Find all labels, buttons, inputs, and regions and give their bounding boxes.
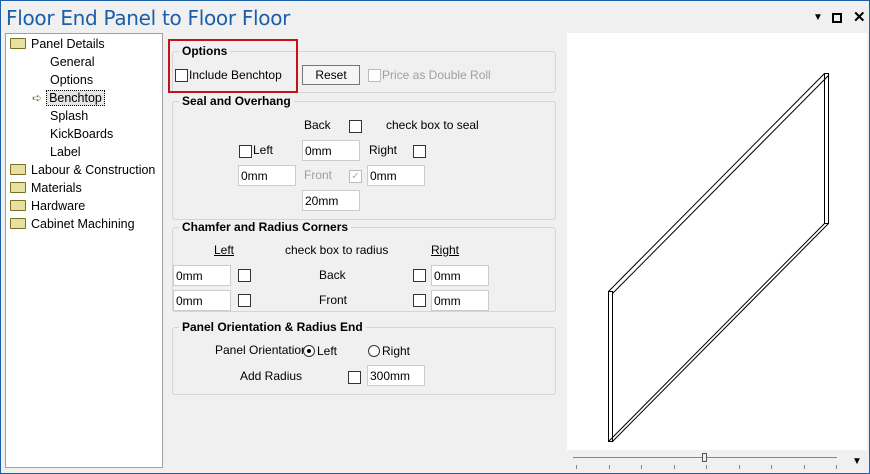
panel-preview[interactable]: [567, 33, 867, 450]
tree-item-kickboards[interactable]: KickBoards: [50, 125, 113, 143]
slider-tick: [771, 465, 772, 469]
folder-icon: [10, 200, 26, 212]
orientation-group-title: Panel Orientation & Radius End: [179, 320, 366, 334]
window: Floor End Panel to Floor Floor ▼ ✕ Panel…: [0, 0, 870, 474]
slider-tick: [706, 465, 707, 469]
slider-tick: [673, 465, 675, 469]
close-icon[interactable]: ✕: [853, 8, 866, 26]
reset-button[interactable]: Reset: [302, 65, 360, 85]
tree-label: Labour & Construction: [31, 163, 156, 177]
right-front-input[interactable]: 0mm: [431, 290, 489, 311]
left-label: Left: [253, 143, 274, 157]
panel-3d-drawing: [608, 73, 829, 442]
tree-label: Benchtop: [46, 90, 105, 106]
tree-label: Cabinet Machining: [31, 217, 135, 231]
chamfer-left-header: Left: [214, 243, 235, 257]
panel-left-edge: [608, 291, 613, 442]
orientation-left-radio[interactable]: [303, 345, 315, 357]
tree-item-splash[interactable]: Splash: [50, 107, 88, 125]
seal-hint: check box to seal: [386, 118, 479, 132]
slider-tick: [738, 465, 740, 469]
radius-input[interactable]: 300mm: [367, 365, 425, 386]
chamfer-right-header: Right: [431, 243, 460, 257]
orientation-label: Panel Orientation: [215, 343, 308, 357]
tree-item-materials[interactable]: Materials: [10, 179, 82, 197]
tree-item-hardware[interactable]: Hardware: [10, 197, 85, 215]
seal-group-title: Seal and Overhang: [179, 94, 294, 108]
orientation-group: Panel Orientation & Radius End: [172, 320, 556, 395]
tree-label: Materials: [31, 181, 82, 195]
price-double-roll-checkbox[interactable]: [368, 69, 381, 82]
right-back-input[interactable]: 0mm: [431, 265, 489, 286]
slider-tick: [641, 465, 642, 469]
folder-icon: [10, 182, 26, 194]
add-radius-checkbox[interactable]: [348, 371, 361, 384]
zoom-slider-thumb[interactable]: [702, 453, 707, 462]
left-front-checkbox[interactable]: [238, 294, 251, 307]
add-radius-label: Add Radius: [240, 369, 303, 383]
left-back-checkbox[interactable]: [238, 269, 251, 282]
left-front-input[interactable]: 0mm: [173, 290, 231, 311]
slider-tick: [608, 465, 610, 469]
folder-icon: [10, 38, 26, 50]
orientation-right-label: Right: [382, 344, 411, 358]
panel-top-edge: [608, 73, 825, 292]
tree-item-labour-construction[interactable]: Labour & Construction: [10, 161, 155, 179]
seal-overhang-group: Seal and Overhang: [172, 94, 556, 220]
slider-tick: [836, 465, 837, 469]
dropdown-arrow-icon[interactable]: ▼: [852, 456, 862, 467]
tree-item-label[interactable]: Label: [50, 143, 81, 161]
panel-top-edge-inner: [612, 75, 829, 294]
left-back-input[interactable]: 0mm: [173, 265, 231, 286]
tree-item-options[interactable]: Options: [50, 71, 93, 89]
back-seal-checkbox[interactable]: [349, 120, 362, 133]
front-label: Front: [304, 168, 333, 182]
tree-label: Hardware: [31, 199, 86, 213]
right-overhang-input[interactable]: 0mm: [367, 165, 425, 186]
tree-item-panel-details[interactable]: Panel Details: [10, 35, 105, 53]
tree-item-general[interactable]: General: [50, 53, 94, 71]
slider-tick: [803, 465, 805, 469]
window-title: Floor End Panel to Floor Floor: [6, 6, 291, 30]
maximize-icon[interactable]: [832, 13, 842, 23]
right-back-checkbox[interactable]: [413, 269, 426, 282]
right-seal-checkbox[interactable]: [413, 145, 426, 158]
back-label: Back: [304, 118, 331, 132]
chamfer-back-label: Back: [319, 268, 346, 282]
radius-hint: check box to radius: [285, 243, 389, 257]
front-seal-checkbox[interactable]: ✓: [349, 170, 362, 183]
orientation-left-label: Left: [317, 344, 338, 358]
panel-bottom-edge: [608, 223, 825, 442]
panel-bottom-edge-inner: [612, 223, 829, 442]
left-seal-checkbox[interactable]: [239, 145, 252, 158]
price-double-roll-label: Price as Double Roll: [382, 68, 491, 82]
tree-label: Panel Details: [31, 37, 105, 51]
right-front-checkbox[interactable]: [413, 294, 426, 307]
navigation-tree[interactable]: Panel Details General Options ➪ Benchtop …: [5, 33, 163, 468]
tree-item-cabinet-machining[interactable]: Cabinet Machining: [10, 215, 135, 233]
folder-icon: [10, 218, 26, 230]
front-overhang-input[interactable]: 20mm: [302, 190, 360, 211]
arrow-right-icon: ➪: [32, 91, 43, 105]
highlight-box: [168, 39, 298, 93]
right-label: Right: [369, 143, 398, 157]
folder-icon: [10, 164, 26, 176]
panel-right-edge: [824, 73, 829, 224]
left-overhang-input[interactable]: 0mm: [238, 165, 296, 186]
chamfer-group-title: Chamfer and Radius Corners: [179, 220, 352, 234]
tree-item-benchtop[interactable]: ➪ Benchtop: [32, 89, 105, 107]
slider-tick: [576, 465, 577, 469]
orientation-right-radio[interactable]: [368, 345, 380, 357]
dropdown-arrow-icon[interactable]: ▼: [813, 12, 823, 23]
chamfer-front-label: Front: [319, 293, 348, 307]
back-overhang-input[interactable]: 0mm: [302, 140, 360, 161]
